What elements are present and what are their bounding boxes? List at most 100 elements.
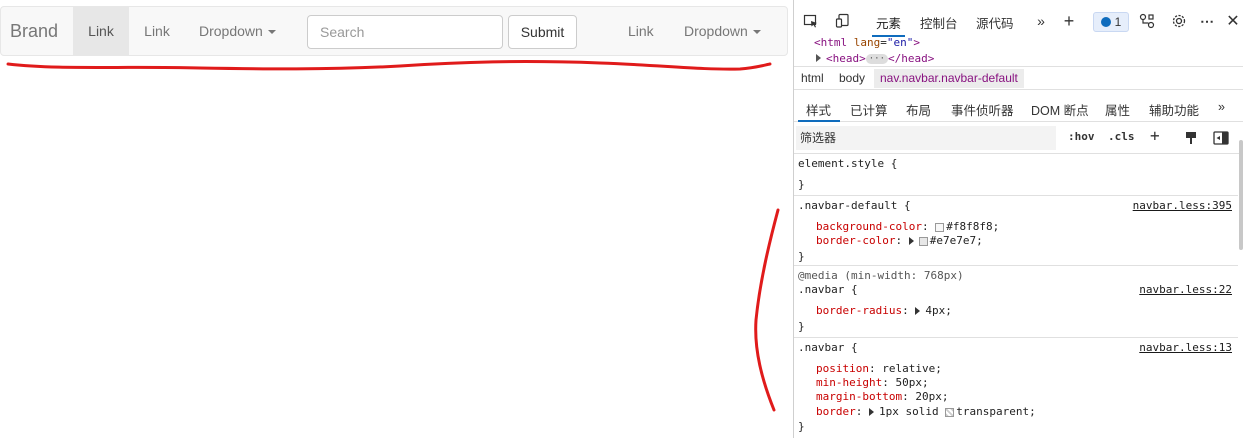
issues-count: 1 <box>1114 15 1122 29</box>
more-tabs-icon[interactable]: » <box>1032 12 1050 30</box>
rule-selector[interactable]: .navbar { <box>798 341 858 355</box>
rule-declaration[interactable]: border-color: #e7e7e7; <box>816 234 983 248</box>
prop-value: 50px; <box>895 376 929 389</box>
nav-dropdown-right-label: Dropdown <box>684 23 748 39</box>
expand-arrow-icon[interactable] <box>915 307 921 315</box>
rule-declaration[interactable]: border: 1px solid transparent; <box>816 405 1036 419</box>
web-page: Brand Link Link Dropdown Submit Link Dro… <box>0 0 793 438</box>
breadcrumb-current[interactable]: nav.navbar.navbar-default <box>874 69 1024 88</box>
rule-declaration[interactable]: min-height: 50px; <box>816 376 929 390</box>
caret-down-icon <box>752 30 761 35</box>
styles-subtabs: 样式 已计算 布局 事件侦听器 DOM 断点 属性 辅助功能 » <box>794 92 1243 122</box>
expand-arrow-icon[interactable] <box>869 408 874 416</box>
rule-source-link[interactable]: navbar.less:13 <box>1139 341 1232 354</box>
add-tab-icon[interactable]: + <box>1060 11 1078 31</box>
gear-icon[interactable] <box>1170 12 1188 30</box>
prop-value: 20px; <box>915 390 949 403</box>
prop-value: 1px solid <box>879 405 939 418</box>
prop-value: #f8f8f8; <box>946 220 1000 233</box>
dom-node-head[interactable]: <head> ··· </head> <box>816 52 934 66</box>
subtab-styles[interactable]: 样式 <box>806 100 831 119</box>
rule-close: } <box>798 320 805 333</box>
collapsed-ellipsis-icon[interactable]: ··· <box>865 54 889 64</box>
rule-declaration[interactable]: margin-bottom: 20px; <box>816 390 948 404</box>
rule-declaration[interactable]: background-color: #f8f8f8; <box>816 220 999 234</box>
rule-selector[interactable]: .navbar { <box>798 283 858 297</box>
subtab-computed[interactable]: 已计算 <box>850 100 888 119</box>
nav-link-active[interactable]: Link <box>73 7 129 55</box>
rule-declaration[interactable]: border-radius: 4px; <box>816 304 952 318</box>
navbar: Brand Link Link Dropdown Submit Link Dro… <box>0 6 788 56</box>
class-toggle[interactable]: .cls <box>1108 130 1135 143</box>
prop-name: border-color <box>816 234 896 247</box>
navbar-brand[interactable]: Brand <box>10 7 58 55</box>
rule-close: } <box>798 420 805 433</box>
nav-dropdown-right[interactable]: Dropdown <box>684 7 761 55</box>
rule-navbar: .navbar { navbar.less:13 position: relat… <box>794 338 1238 438</box>
inspect-element-icon[interactable] <box>802 12 820 30</box>
caret-down-icon <box>267 30 276 35</box>
prop-name: background-color <box>816 220 922 233</box>
search-input[interactable] <box>307 15 503 49</box>
color-swatch[interactable] <box>918 236 928 246</box>
filter-input[interactable] <box>796 126 1056 150</box>
styles-scrollbar[interactable] <box>1239 140 1243 250</box>
nav-link-right[interactable]: Link <box>628 7 654 55</box>
submit-button[interactable]: Submit <box>508 15 577 49</box>
hover-state-toggle[interactable]: :hov <box>1068 130 1095 143</box>
dom-html-val: "en" <box>886 36 914 49</box>
rule-declaration[interactable]: position: relative; <box>816 362 942 376</box>
rule-navbar-default: .navbar-default { navbar.less:395 backgr… <box>794 196 1238 266</box>
prop-name: margin-bottom <box>816 390 903 403</box>
close-icon[interactable]: ✕ <box>1224 12 1242 30</box>
dom-head-open: <head> <box>826 52 866 65</box>
expand-arrow-icon[interactable] <box>908 237 914 245</box>
tab-sources[interactable]: 源代码 <box>976 13 1014 32</box>
issues-badge[interactable]: 1 <box>1093 12 1129 32</box>
network-conditions-icon[interactable] <box>1138 12 1156 30</box>
rule-close: } <box>798 250 805 263</box>
prop-name: border-radius <box>816 304 903 317</box>
prop-value: 4px; <box>925 304 952 317</box>
breadcrumb-body[interactable]: body <box>839 71 865 85</box>
breadcrumb: html body nav.navbar.navbar-default <box>794 66 1243 90</box>
rule-source-link[interactable]: navbar.less:22 <box>1139 283 1232 296</box>
subtab-accessibility[interactable]: 辅助功能 <box>1149 100 1199 119</box>
device-emulation-icon[interactable] <box>834 12 852 30</box>
subtab-dom-breakpoints[interactable]: DOM 断点 <box>1031 100 1089 119</box>
prop-name: border <box>816 405 856 418</box>
dom-head-close: </head> <box>888 52 935 65</box>
subtab-properties[interactable]: 属性 <box>1105 100 1130 119</box>
rule-source-link[interactable]: navbar.less:395 <box>1133 199 1232 212</box>
breadcrumb-html[interactable]: html <box>801 71 824 85</box>
more-options-icon[interactable]: ⋯ <box>1198 12 1216 30</box>
color-swatch[interactable] <box>945 407 955 417</box>
subtab-layout[interactable]: 布局 <box>906 100 931 119</box>
filter-row: :hov .cls + <box>794 122 1243 154</box>
nav-link[interactable]: Link <box>129 7 185 55</box>
paint-format-icon[interactable] <box>1182 129 1200 147</box>
prop-value: transparent; <box>956 405 1036 418</box>
issues-icon <box>1100 17 1111 27</box>
dom-html-attr: lang <box>853 36 881 49</box>
dom-html-tag: <html <box>814 36 848 49</box>
subtab-event-listeners[interactable]: 事件侦听器 <box>951 100 1014 119</box>
prop-name: min-height <box>816 376 883 389</box>
nav-dropdown-label: Dropdown <box>199 23 263 39</box>
tab-console[interactable]: 控制台 <box>920 13 958 32</box>
new-rule-icon[interactable]: + <box>1150 126 1160 145</box>
prop-value: #e7e7e7; <box>929 234 983 247</box>
more-subtabs-icon[interactable]: » <box>1218 100 1225 114</box>
devtools-panel: 元素 控制台 源代码 » + 1 ⋯ ✕ <html lang="en"> <h… <box>793 0 1243 438</box>
prop-value: relative; <box>882 362 942 375</box>
element-style-selector[interactable]: element.style { <box>798 157 897 171</box>
tab-elements[interactable]: 元素 <box>876 13 901 32</box>
devtools-toolbar: 元素 控制台 源代码 » + 1 ⋯ ✕ <box>794 6 1243 37</box>
toggle-sidebar-icon[interactable] <box>1212 129 1230 147</box>
dom-node-html[interactable]: <html lang="en"> <box>814 36 920 50</box>
expand-arrow-icon[interactable] <box>816 54 821 62</box>
rule-element-style: element.style { } <box>794 154 1238 196</box>
nav-dropdown[interactable]: Dropdown <box>199 7 276 55</box>
color-swatch[interactable] <box>935 222 945 232</box>
rule-selector[interactable]: .navbar-default { <box>798 199 911 213</box>
